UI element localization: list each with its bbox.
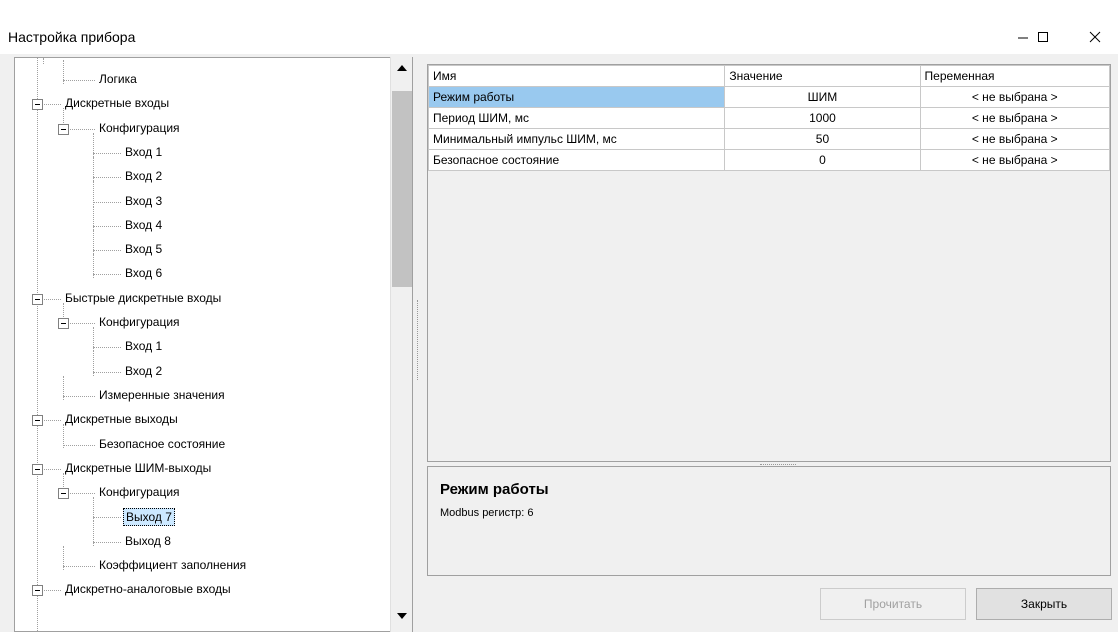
tree-connector xyxy=(93,541,121,543)
param-value[interactable]: 50 xyxy=(724,128,921,150)
tree-item[interactable]: Быстрые дискретные входы xyxy=(63,290,223,308)
tree-item[interactable]: Вход 5 xyxy=(123,241,164,259)
param-name[interactable]: Режим работы xyxy=(427,86,726,108)
read-button[interactable]: Прочитать xyxy=(820,588,966,620)
collapse-icon[interactable] xyxy=(58,318,69,329)
settings-window: Настройка прибора Логика Дискретные входы… xyxy=(0,0,1118,632)
property-grid: Имя Значение Переменная Режим работы ШИМ… xyxy=(427,64,1111,462)
tree-connector xyxy=(37,58,38,631)
tree-scrollbar[interactable] xyxy=(390,57,412,632)
tree-item[interactable]: Измеренные значения xyxy=(97,387,227,405)
tree-connector xyxy=(63,395,95,397)
tree-connector xyxy=(93,517,121,519)
collapse-icon[interactable] xyxy=(32,463,43,475)
param-value[interactable]: ШИМ xyxy=(724,86,921,108)
tree-item[interactable]: Безопасное состояние xyxy=(97,436,227,454)
window-title: Настройка прибора xyxy=(8,29,136,45)
scroll-up-arrow-icon[interactable] xyxy=(397,65,407,71)
tree-item[interactable]: Вход 6 xyxy=(123,265,164,283)
column-header-value[interactable]: Значение xyxy=(724,65,921,87)
tree-connector xyxy=(63,444,95,446)
vertical-splitter[interactable] xyxy=(417,300,420,380)
tree-connector xyxy=(43,58,44,64)
tree-connector xyxy=(93,347,121,349)
param-variable[interactable]: < не выбрана > xyxy=(919,128,1111,150)
description-text: Modbus регистр: 6 xyxy=(440,507,534,519)
close-icon xyxy=(1089,31,1101,43)
tree-item[interactable]: Вход 4 xyxy=(123,217,164,235)
param-variable[interactable]: < не выбрана > xyxy=(919,86,1111,108)
tree-connector xyxy=(93,225,121,227)
column-header-name[interactable]: Имя xyxy=(427,65,726,87)
param-value[interactable]: 1000 xyxy=(724,107,921,129)
tree-connector xyxy=(63,566,95,567)
maximize-icon xyxy=(1038,32,1048,42)
tree-item[interactable]: Конфигурация xyxy=(97,314,182,332)
tree-connector xyxy=(63,80,95,81)
param-variable[interactable]: < не выбрана > xyxy=(919,149,1111,171)
collapse-icon[interactable] xyxy=(32,293,43,305)
collapse-icon[interactable] xyxy=(58,488,69,500)
collapse-icon[interactable] xyxy=(32,99,43,111)
table-row[interactable]: Режим работы ШИМ < не выбрана > xyxy=(427,86,1111,108)
tree-item[interactable]: Конфигурация xyxy=(97,484,182,502)
description-title: Режим работы xyxy=(440,481,549,498)
tree-item[interactable]: Вход 2 xyxy=(123,363,164,381)
tree-item[interactable]: Дискретно-аналоговые входы xyxy=(63,581,233,599)
tree-item[interactable]: Логика xyxy=(97,71,139,89)
collapse-icon[interactable] xyxy=(32,585,43,597)
tree-item[interactable]: Конфигурация xyxy=(97,120,182,138)
tree-item[interactable]: Дискретные входы xyxy=(63,95,171,113)
collapse-icon[interactable] xyxy=(58,123,69,135)
param-variable[interactable]: < не выбрана > xyxy=(919,107,1111,129)
tree-item[interactable]: Выход 7 xyxy=(123,508,175,527)
tree-item[interactable]: Вход 2 xyxy=(123,168,164,186)
tree-item[interactable]: Выход 8 xyxy=(123,533,173,551)
tree-connector xyxy=(93,250,121,252)
collapse-icon[interactable] xyxy=(32,415,43,427)
scroll-down-arrow-icon[interactable] xyxy=(397,613,407,619)
tree-item[interactable]: Вход 3 xyxy=(123,193,164,211)
tree-connector xyxy=(93,152,121,154)
table-row[interactable]: Период ШИМ, мс 1000 < не выбрана > xyxy=(427,107,1111,129)
tree-connector xyxy=(93,274,121,276)
column-header-variable[interactable]: Переменная xyxy=(919,65,1111,87)
tree-item[interactable]: Вход 1 xyxy=(123,338,164,356)
table-row[interactable]: Безопасное состояние 0 < не выбрана > xyxy=(427,149,1111,171)
close-button[interactable]: Закрыть xyxy=(976,588,1112,620)
title-bar: Настройка прибора xyxy=(0,0,1118,54)
tree-item[interactable]: Дискретные ШИМ-выходы xyxy=(63,460,213,478)
table-row[interactable]: Минимальный импульс ШИМ, мс 50 < не выбр… xyxy=(427,128,1111,150)
device-tree[interactable]: Логика Дискретные входы Конфигурация Вход 1… xyxy=(14,57,413,632)
scroll-thumb[interactable] xyxy=(392,91,412,287)
tree-connector xyxy=(93,371,121,373)
param-name[interactable]: Минимальный импульс ШИМ, мс xyxy=(427,128,726,150)
tree-item[interactable]: Вход 1 xyxy=(123,144,164,162)
maximize-button[interactable] xyxy=(1020,22,1066,52)
param-value[interactable]: 0 xyxy=(724,149,921,171)
tree-connector xyxy=(93,177,121,179)
tree-connector xyxy=(93,201,121,203)
param-name[interactable]: Период ШИМ, мс xyxy=(427,107,726,129)
param-name[interactable]: Безопасное состояние xyxy=(427,149,726,171)
description-panel: Режим работы Modbus регистр: 6 xyxy=(427,466,1111,576)
tree-item[interactable]: Дискретные выходы xyxy=(63,411,180,429)
grid-header-row: Имя Значение Переменная xyxy=(427,65,1111,87)
tree-item[interactable]: Коэффициент заполнения xyxy=(97,557,248,575)
close-window-button[interactable] xyxy=(1072,22,1118,52)
